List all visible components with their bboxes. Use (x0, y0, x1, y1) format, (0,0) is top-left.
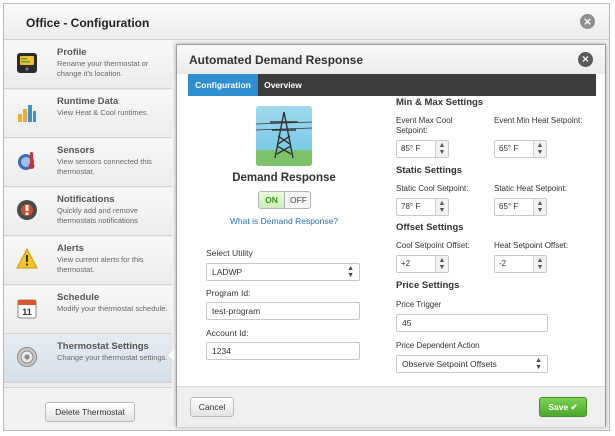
stepper-spin-buttons[interactable]: ▲ ▼ (533, 256, 546, 272)
what-is-demand-response-link[interactable]: What is Demand Response? (188, 216, 380, 226)
sidebar-item-title: Schedule (57, 292, 100, 303)
static-cool-label: Static Cool Setpoint: (396, 184, 469, 193)
sidebar-item-description: Modify your thermostat schedule. (57, 304, 168, 313)
price-trigger-label: Price Trigger (396, 300, 442, 309)
sidebar-item-thermostat-settings[interactable]: Thermostat Settings Change your thermost… (4, 335, 172, 383)
tab-overview[interactable]: Overview (258, 74, 308, 96)
sidebar-item-title: Runtime Data (57, 96, 119, 107)
window-title: Office - Configuration (26, 16, 150, 30)
toggle-on-option[interactable]: ON (259, 192, 285, 208)
stepper-spin-buttons[interactable]: ▲ ▼ (533, 199, 546, 215)
stepper-value: 65° F (499, 202, 519, 211)
heat-offset-label: Heat Setpoint Offset: (494, 241, 569, 250)
sidebar: Profile Rename your thermostat or change… (4, 41, 172, 430)
active-item-pointer (168, 348, 175, 362)
panel-title: Automated Demand Response (189, 53, 364, 67)
price-action-value: Observe Setpoint Offsets (402, 359, 497, 369)
sidebar-item-description: Change your thermostat settings. (57, 353, 168, 362)
static-cool-stepper[interactable]: 78° F ▲ ▼ (396, 198, 449, 216)
utility-select-value: LADWP (212, 267, 243, 277)
cool-offset-stepper[interactable]: +2 ▲ ▼ (396, 255, 449, 273)
sidebar-item-title: Thermostat Settings (57, 341, 149, 352)
min-max-settings-heading: Min & Max Settings (396, 97, 484, 108)
panel-content: Demand Response ON OFF What is Demand Re… (188, 96, 596, 386)
event-min-heat-label: Event Min Heat Setpoint: (494, 116, 583, 125)
price-trigger-input[interactable]: 45 (396, 314, 548, 332)
sidebar-item-description: Quickly add and remove thermostats notif… (57, 206, 138, 225)
cool-offset-label: Cool Setpoint Offset: (396, 241, 470, 250)
select-utility-label: Select Utility (206, 248, 253, 258)
offset-settings-heading: Offset Settings (396, 222, 464, 233)
static-heat-label: Static Heat Setpoint: (494, 184, 567, 193)
close-circle-icon[interactable]: × (580, 14, 595, 29)
stepper-spin-buttons[interactable]: ▲ ▼ (533, 141, 546, 157)
program-id-input[interactable]: test-program (206, 302, 360, 320)
select-arrows-icon: ▲ ▼ (347, 265, 354, 279)
configuration-window: Office - Configuration × Profile Rename … (3, 3, 610, 431)
stepper-value: 78° F (401, 202, 421, 211)
stepper-spin-buttons[interactable]: ▲ ▼ (435, 256, 448, 272)
close-icon[interactable]: × (578, 52, 593, 67)
stepper-spin-buttons[interactable]: ▲ ▼ (435, 141, 448, 157)
window-titlebar: Office - Configuration × (4, 4, 609, 40)
stepper-spin-buttons[interactable]: ▲ ▼ (435, 199, 448, 215)
cancel-button[interactable]: Cancel (190, 397, 234, 417)
static-heat-stepper[interactable]: 65° F ▲ ▼ (494, 198, 547, 216)
sidebar-item-description: Rename your thermostat or change it's lo… (57, 59, 149, 78)
sidebar-item-sensors[interactable]: Sensors View sensors connected this ther… (4, 139, 172, 187)
bar-chart-icon (18, 105, 36, 122)
program-id-label: Program Id: (206, 288, 251, 298)
calendar-icon: 11 (17, 299, 37, 319)
delete-thermostat-button[interactable]: Delete Thermostat (45, 402, 135, 422)
thermometer-icon (18, 152, 35, 170)
tab-bar: Configuration Overview (188, 74, 596, 96)
event-max-cool-stepper[interactable]: 85° F ▲ ▼ (396, 140, 449, 158)
calendar-day: 11 (22, 307, 32, 317)
sidebar-item-notifications[interactable]: Notifications Quickly add and remove the… (4, 188, 172, 236)
utility-select[interactable]: LADWP ▲ ▼ (206, 263, 360, 281)
sidebar-item-title: Profile (57, 47, 87, 58)
stepper-value: 65° F (499, 144, 519, 153)
account-id-label: Account Id: (206, 328, 249, 338)
panel-header: Automated Demand Response × (177, 45, 605, 74)
stepper-value: 85° F (401, 144, 421, 153)
settings-icon (17, 347, 37, 367)
save-button[interactable]: Save ✔ (539, 397, 587, 417)
panel-footer: Cancel Save ✔ (177, 386, 605, 427)
sidebar-item-schedule[interactable]: 11 Schedule Modify your thermostat sched… (4, 286, 172, 334)
event-max-cool-label: Event Max Cool Setpoint: (396, 116, 453, 135)
price-action-select[interactable]: Observe Setpoint Offsets ▲ ▼ (396, 355, 548, 373)
sidebar-item-title: Alerts (57, 243, 84, 254)
sidebar-item-title: Sensors (57, 145, 95, 156)
sidebar-item-description: View sensors connected this thermostat. (57, 157, 152, 176)
event-min-heat-stepper[interactable]: 65° F ▲ ▼ (494, 140, 547, 158)
sidebar-item-alerts[interactable]: Alerts View current alerts for this ther… (4, 237, 172, 285)
sidebar-item-runtime-data[interactable]: Runtime Data View Heat & Cool runtimes. (4, 90, 172, 138)
thermostat-icon (17, 53, 37, 73)
power-tower-icon (256, 106, 312, 166)
sidebar-item-profile[interactable]: Profile Rename your thermostat or change… (4, 41, 172, 89)
warning-icon (16, 248, 38, 269)
toggle-off-option[interactable]: OFF (286, 192, 310, 208)
price-action-label: Price Dependent Action (396, 341, 480, 350)
stepper-value: -2 (499, 259, 507, 268)
sidebar-footer: Delete Thermostat (4, 387, 172, 430)
sidebar-item-description: View current alerts for this thermostat. (57, 255, 144, 274)
demand-response-title: Demand Response (232, 172, 336, 184)
tab-configuration[interactable]: Configuration (188, 74, 258, 96)
demand-response-panel: Automated Demand Response × Configuratio… (176, 44, 606, 427)
select-arrows-icon: ▲ ▼ (535, 357, 542, 371)
heat-offset-stepper[interactable]: -2 ▲ ▼ (494, 255, 547, 273)
account-id-input[interactable]: 1234 (206, 342, 360, 360)
stepper-value: +2 (401, 259, 411, 268)
sidebar-item-description: View Heat & Cool runtimes. (57, 108, 149, 117)
price-settings-heading: Price Settings (396, 280, 460, 291)
static-settings-heading: Static Settings (396, 165, 462, 176)
demand-response-toggle[interactable]: ON OFF (258, 191, 311, 209)
notification-icon (17, 200, 37, 220)
sidebar-item-title: Notifications (57, 194, 115, 205)
